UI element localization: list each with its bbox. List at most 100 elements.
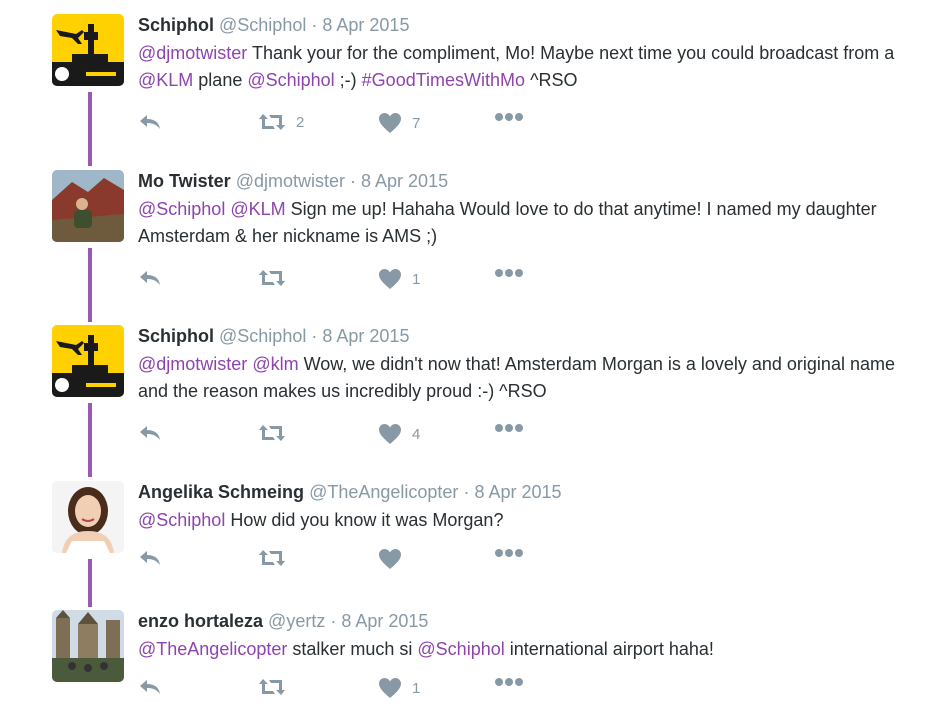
reply-button[interactable]: [138, 548, 162, 568]
tweet-content: Angelika Schmeing @TheAngelicopter · 8 A…: [138, 481, 908, 576]
text-segment: How did you know it was Morgan?: [225, 510, 504, 530]
like-button[interactable]: 1: [378, 268, 420, 290]
heart-icon: [379, 269, 401, 289]
mention-link[interactable]: @KLM: [230, 199, 285, 219]
thread-line: [88, 92, 92, 166]
tweet-actions: 4: [138, 423, 908, 451]
user-photo-icon: [52, 170, 124, 242]
more-icon: [495, 678, 523, 686]
user-name[interactable]: Schiphol: [138, 326, 214, 346]
thread-line: [88, 559, 92, 607]
like-button[interactable]: 7: [378, 112, 420, 134]
retweet-icon: [259, 270, 285, 286]
tweet-actions: 1: [138, 677, 908, 705]
reply-icon: [140, 551, 160, 565]
tweet-content: Mo Twister @djmotwister · 8 Apr 2015 @Sc…: [138, 170, 908, 296]
retweet-button[interactable]: [258, 677, 296, 697]
reply-icon: [140, 680, 160, 694]
more-button[interactable]: [494, 548, 524, 558]
like-button[interactable]: [378, 548, 412, 570]
mention-link[interactable]: @Schiphol: [138, 199, 225, 219]
text-segment: ;-): [334, 70, 362, 90]
user-name[interactable]: Mo Twister: [138, 171, 231, 191]
mention-link[interactable]: @Schiphol: [247, 70, 334, 90]
retweet-icon: [259, 425, 285, 441]
retweet-button[interactable]: [258, 268, 296, 288]
like-count: 4: [412, 425, 421, 443]
mention-link[interactable]: @djmotwister: [138, 354, 247, 374]
more-icon: [495, 424, 523, 432]
tweet-content: Schiphol @Schiphol · 8 Apr 2015 @djmotwi…: [138, 14, 908, 140]
tweet-date[interactable]: 8 Apr 2015: [474, 482, 561, 502]
text-segment: stalker much si: [287, 639, 418, 659]
tweet-text: @Schiphol How did you know it was Morgan…: [138, 507, 908, 534]
retweet-button[interactable]: [258, 548, 296, 568]
more-icon: [495, 549, 523, 557]
retweet-icon: [259, 550, 285, 566]
thread-line: [88, 403, 92, 477]
heart-icon: [379, 549, 401, 569]
user-handle[interactable]: @Schiphol: [219, 15, 306, 35]
thread-line: [88, 248, 92, 322]
tweet-content: enzo hortaleza @yertz · 8 Apr 2015 @TheA…: [138, 610, 908, 705]
avatar[interactable]: [52, 170, 124, 242]
tweet-text: @djmotwister @klm Wow, we didn't now tha…: [138, 351, 908, 405]
tweet-content: Schiphol @Schiphol · 8 Apr 2015 @djmotwi…: [138, 325, 908, 451]
more-button[interactable]: [494, 677, 524, 687]
reply-icon: [140, 115, 160, 129]
tweet-date[interactable]: 8 Apr 2015: [341, 611, 428, 631]
more-button[interactable]: [494, 423, 524, 433]
retweet-button[interactable]: [258, 423, 296, 443]
user-handle[interactable]: @djmotwister: [236, 171, 345, 191]
like-count: 1: [412, 270, 421, 288]
avatar[interactable]: [52, 610, 124, 682]
tweet-header: Mo Twister @djmotwister · 8 Apr 2015: [138, 170, 908, 192]
reply-button[interactable]: [138, 423, 162, 443]
user-handle[interactable]: @Schiphol: [219, 326, 306, 346]
like-button[interactable]: 4: [378, 423, 420, 445]
retweet-count: 2: [296, 113, 305, 131]
more-button[interactable]: [494, 268, 524, 278]
avatar[interactable]: [52, 14, 124, 86]
mention-link[interactable]: @TheAngelicopter: [138, 639, 287, 659]
avatar[interactable]: [52, 325, 124, 397]
mention-link[interactable]: @Schiphol: [417, 639, 504, 659]
mention-link[interactable]: @djmotwister: [138, 43, 247, 63]
schiphol-logo-icon: [52, 14, 124, 86]
like-count: 1: [412, 679, 421, 697]
mention-link[interactable]: @KLM: [138, 70, 193, 90]
tweet-date[interactable]: 8 Apr 2015: [322, 326, 409, 346]
reply-button[interactable]: [138, 112, 162, 132]
mention-link[interactable]: @Schiphol: [138, 510, 225, 530]
more-icon: [495, 269, 523, 277]
more-button[interactable]: [494, 112, 524, 122]
tweet-date[interactable]: 8 Apr 2015: [322, 15, 409, 35]
tweet-header: Schiphol @Schiphol · 8 Apr 2015: [138, 325, 908, 347]
user-name[interactable]: Schiphol: [138, 15, 214, 35]
reply-button[interactable]: [138, 268, 162, 288]
retweet-button[interactable]: 2: [258, 112, 304, 132]
more-icon: [495, 113, 523, 121]
user-photo-icon: [52, 610, 124, 682]
user-handle[interactable]: @TheAngelicopter: [309, 482, 458, 502]
text-segment: plane: [193, 70, 248, 90]
mention-link[interactable]: @klm: [252, 354, 298, 374]
tweet-header: enzo hortaleza @yertz · 8 Apr 2015: [138, 610, 908, 632]
like-count: 7: [412, 114, 421, 132]
avatar[interactable]: [52, 481, 124, 553]
user-handle[interactable]: @yertz: [268, 611, 325, 631]
heart-icon: [379, 113, 401, 133]
reply-icon: [140, 426, 160, 440]
separator: ·: [350, 171, 356, 191]
separator: ·: [311, 326, 318, 346]
hashtag-link[interactable]: #GoodTimesWithMo: [362, 70, 525, 90]
user-name[interactable]: enzo hortaleza: [138, 611, 263, 631]
like-button[interactable]: 1: [378, 677, 420, 699]
reply-button[interactable]: [138, 677, 162, 697]
tweet-header: Angelika Schmeing @TheAngelicopter · 8 A…: [138, 481, 908, 503]
user-name[interactable]: Angelika Schmeing: [138, 482, 304, 502]
tweet-date[interactable]: 8 Apr 2015: [361, 171, 448, 191]
text-segment: Thank your for the compliment, Mo! Maybe…: [247, 43, 895, 63]
schiphol-logo-icon: [52, 325, 124, 397]
user-photo-icon: [52, 481, 124, 553]
